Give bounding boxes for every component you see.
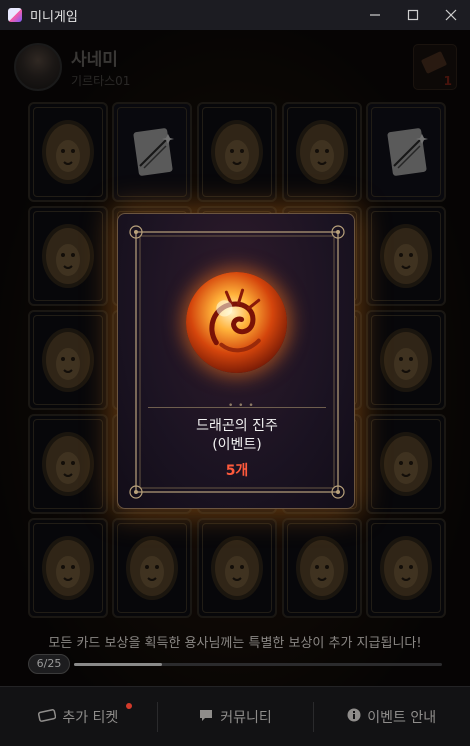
scroll-icon [128,126,178,178]
app-icon [8,8,22,22]
lion-crest-icon [40,326,96,394]
hidden-card[interactable] [28,518,108,618]
hidden-card[interactable] [28,102,108,202]
minimize-icon[interactable] [356,0,394,30]
lion-crest-icon [378,326,434,394]
hidden-card[interactable] [112,518,192,618]
hidden-card[interactable] [28,310,108,410]
hidden-card[interactable] [366,310,446,410]
hidden-card[interactable] [366,414,446,514]
lion-crest-icon [124,534,180,602]
collection-progress: 6/25 [28,654,442,674]
hidden-card[interactable] [28,206,108,306]
reward-card-popup[interactable]: • • • 드래곤의 진주 (이벤트) 5개 [117,213,355,509]
lion-crest-icon [40,118,96,186]
info-icon [347,708,361,726]
hidden-card[interactable] [197,102,277,202]
reward-item-quantity: 5개 [225,463,249,479]
hidden-card[interactable] [282,518,362,618]
reward-item-name: 드래곤의 진주 (이벤트) [118,417,356,455]
lion-crest-icon [378,534,434,602]
dragon-pearl-icon [186,272,287,373]
hidden-card[interactable] [28,414,108,514]
window-title: 미니게임 [30,9,78,25]
lion-crest-icon [209,534,265,602]
extra-ticket-button[interactable]: 추가 티켓 [0,687,157,746]
notification-dot [126,703,132,709]
reward-item-name-line1: 드래곤의 진주 [196,418,278,434]
event-info-button[interactable]: 이벤트 안내 [313,687,470,746]
hidden-card[interactable] [197,518,277,618]
lion-crest-icon [378,430,434,498]
flipped-card[interactable] [112,102,192,202]
lion-crest-icon [294,118,350,186]
progress-label: 6/25 [28,654,70,674]
reward-notice: 모든 카드 보상을 획득한 용사님께는 특별한 보상이 추가 지급됩니다! [48,636,422,651]
extra-ticket-label: 추가 티켓 [62,710,119,726]
divider-ornament: • • • [228,401,255,411]
close-icon[interactable] [432,0,470,30]
scroll-icon [382,126,432,178]
lion-crest-icon [40,430,96,498]
lion-crest-icon [378,222,434,290]
hidden-card[interactable] [282,102,362,202]
community-label: 커뮤니티 [220,710,272,726]
ticket-icon [38,708,57,726]
event-info-label: 이벤트 안내 [367,710,437,726]
lion-crest-icon [40,534,96,602]
bottom-bar: 추가 티켓 커뮤니티 이벤트 안내 [0,686,470,746]
lion-crest-icon [40,222,96,290]
flipped-card[interactable] [366,102,446,202]
community-button[interactable]: 커뮤니티 [156,687,314,746]
chat-icon [198,708,214,726]
hidden-card[interactable] [366,206,446,306]
minigame-board: 사네미 기르타스01 1 • • • 드래곤의 진주 (이벤트) 5개 모든 카… [0,30,470,746]
reward-item-name-line2: (이벤트) [212,437,262,453]
progress-track [74,663,442,666]
maximize-icon[interactable] [394,0,432,30]
window-titlebar: 미니게임 [0,0,470,30]
lion-crest-icon [209,118,265,186]
progress-fill [74,663,163,666]
lion-crest-icon [294,534,350,602]
hidden-card[interactable] [366,518,446,618]
